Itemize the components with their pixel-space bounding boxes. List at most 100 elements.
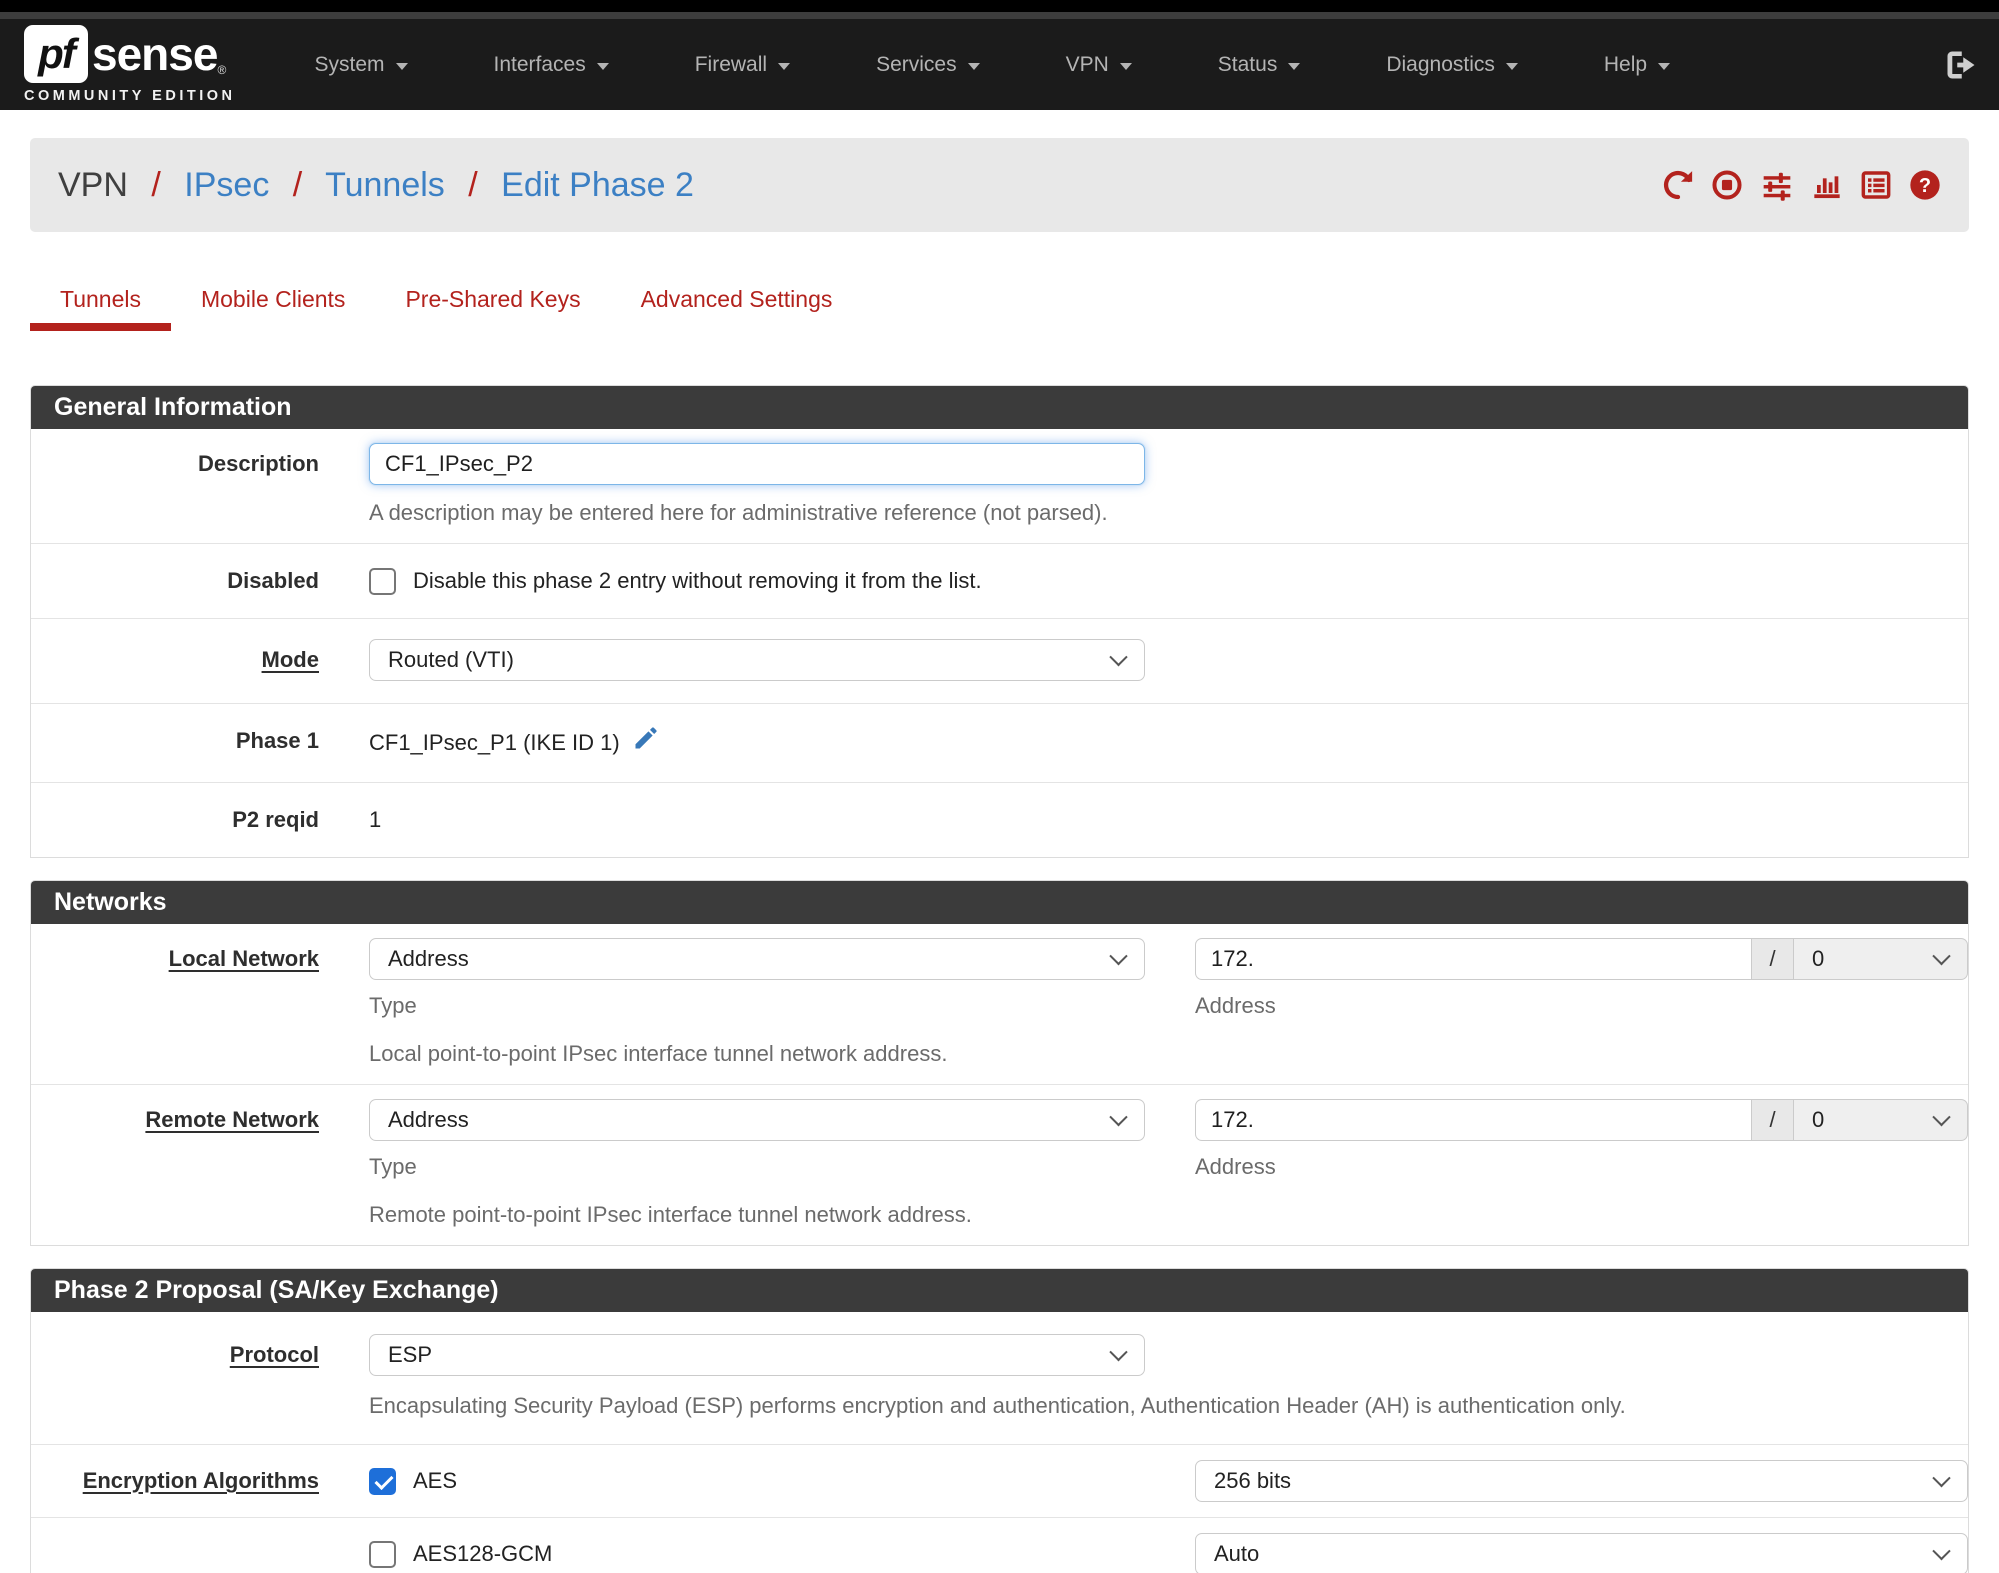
chevron-down-icon (1288, 62, 1301, 70)
aes128gcm-checkbox[interactable] (369, 1540, 396, 1568)
chevron-down-icon (596, 62, 609, 70)
pf-logo-box: pf (24, 25, 88, 83)
form-row-phase1: Phase 1 CF1_IPsec_P1 (IKE ID 1) (31, 703, 1968, 782)
p2reqid-label: P2 reqid (232, 807, 319, 832)
help-icon[interactable]: ? (1909, 169, 1941, 201)
local-network-label: Local Network (168, 946, 319, 971)
stop-circle-icon[interactable] (1711, 169, 1743, 201)
form-row-p2reqid: P2 reqid 1 (31, 782, 1968, 857)
nav-firewall[interactable]: Firewall (652, 53, 833, 77)
form-row-disabled: Disabled Disable this phase 2 entry with… (31, 543, 1968, 618)
local-address-caption: Address (1195, 993, 1276, 1018)
local-type-caption: Type (369, 993, 417, 1018)
aes-keylen-select[interactable]: 256 bits (1195, 1460, 1968, 1502)
aes128gcm-checkbox-label: AES128-GCM (413, 1541, 553, 1566)
aes128gcm-keylen-select[interactable]: Auto (1195, 1533, 1968, 1573)
tab-pre-shared-keys[interactable]: Pre-Shared Keys (375, 274, 610, 341)
registered-mark: ® (217, 63, 227, 77)
breadcrumb-toolbar: ? (1662, 169, 1941, 201)
nav-system[interactable]: System (271, 53, 450, 77)
form-row-protocol: Protocol ESP Encapsulating Security Payl… (31, 1312, 1968, 1444)
remote-network-type-select[interactable]: Address (369, 1099, 1145, 1141)
chevron-down-icon (1658, 62, 1671, 70)
edition-label: COMMUNITY EDITION (24, 88, 236, 104)
local-network-help: Local point-to-point IPsec interface tun… (369, 1041, 948, 1066)
phase1-label: Phase 1 (235, 728, 319, 753)
p2reqid-value: 1 (369, 807, 382, 832)
breadcrumb-ipsec-link[interactable]: IPsec (184, 166, 269, 204)
panel-title: General Information (31, 386, 1968, 429)
description-input[interactable] (369, 443, 1145, 485)
panel-general-information: General Information Description A descri… (30, 385, 1969, 858)
sign-out-icon[interactable] (1943, 47, 1979, 83)
sliders-icon[interactable] (1760, 169, 1794, 201)
window-second-strip (0, 12, 1999, 19)
main-menu: System Interfaces Firewall Services VPN … (271, 53, 1713, 77)
form-row-remote-network: Remote Network Address Type Remote point… (31, 1084, 1968, 1245)
remote-network-label: Remote Network (145, 1107, 319, 1132)
breadcrumb-tunnels-link[interactable]: Tunnels (325, 166, 445, 204)
chevron-down-icon (1505, 62, 1518, 70)
description-label: Description (197, 451, 319, 476)
local-mask-select[interactable]: 0 (1794, 938, 1968, 980)
bar-chart-icon[interactable] (1811, 169, 1843, 201)
disabled-label: Disabled (227, 568, 319, 593)
edit-pencil-icon[interactable] (632, 724, 660, 762)
disabled-checkbox[interactable] (369, 567, 396, 595)
phase1-value: CF1_IPsec_P1 (IKE ID 1) (369, 730, 620, 755)
chevron-down-icon (1119, 62, 1132, 70)
local-address-group: / 0 (1195, 938, 1968, 980)
chevron-down-icon (395, 62, 408, 70)
remote-mask-select[interactable]: 0 (1794, 1099, 1968, 1141)
nav-diagnostics[interactable]: Diagnostics (1343, 53, 1561, 77)
form-row-mode: Mode Routed (VTI) (31, 618, 1968, 703)
refresh-icon[interactable] (1662, 169, 1694, 201)
list-icon[interactable] (1860, 169, 1892, 201)
form-row-encryption-aes: Encryption Algorithms AES 256 bits (31, 1444, 1968, 1517)
address-separator: / (1752, 1099, 1794, 1141)
nav-help[interactable]: Help (1561, 53, 1713, 77)
top-navbar: pf sense ® COMMUNITY EDITION System Inte… (0, 19, 1999, 110)
panel-phase2-proposal: Phase 2 Proposal (SA/Key Exchange) Proto… (30, 1268, 1969, 1573)
tab-mobile-clients[interactable]: Mobile Clients (171, 274, 375, 341)
mode-label: Mode (261, 647, 319, 672)
breadcrumb: VPN / IPsec / Tunnels / Edit Phase 2 (58, 165, 694, 204)
protocol-select[interactable]: ESP (369, 1334, 1145, 1376)
remote-address-group: / 0 (1195, 1099, 1968, 1141)
disabled-checkbox-label: Disable this phase 2 entry without remov… (413, 568, 982, 593)
local-network-type-select[interactable]: Address (369, 938, 1145, 980)
breadcrumb-edit-phase2-link[interactable]: Edit Phase 2 (501, 166, 694, 204)
tab-advanced-settings[interactable]: Advanced Settings (611, 274, 863, 341)
mode-select[interactable]: Routed (VTI) (369, 639, 1145, 681)
aes-checkbox[interactable] (369, 1467, 396, 1495)
panel-title: Phase 2 Proposal (SA/Key Exchange) (31, 1269, 1968, 1312)
address-separator: / (1752, 938, 1794, 980)
breadcrumb-vpn: VPN (58, 165, 128, 204)
remote-type-caption: Type (369, 1154, 417, 1179)
nav-services[interactable]: Services (833, 53, 1023, 77)
panel-title: Networks (31, 881, 1968, 924)
form-row-description: Description A description may be entered… (31, 429, 1968, 543)
remote-network-help: Remote point-to-point IPsec interface tu… (369, 1202, 972, 1227)
protocol-label: Protocol (229, 1342, 319, 1367)
protocol-help: Encapsulating Security Payload (ESP) per… (369, 1393, 1626, 1418)
breadcrumb-bar: VPN / IPsec / Tunnels / Edit Phase 2 ? (30, 138, 1969, 232)
nav-status[interactable]: Status (1175, 53, 1344, 77)
chevron-down-icon (778, 62, 791, 70)
page-content: VPN / IPsec / Tunnels / Edit Phase 2 ? T… (0, 138, 1999, 1573)
pfsense-logo[interactable]: pf sense ® COMMUNITY EDITION (24, 25, 235, 104)
nav-vpn[interactable]: VPN (1023, 53, 1175, 77)
aes-checkbox-label: AES (413, 1468, 458, 1493)
remote-address-caption: Address (1195, 1154, 1276, 1179)
chevron-down-icon (967, 62, 980, 70)
panel-networks: Networks Local Network Address Type Loca… (30, 880, 1969, 1246)
svg-text:?: ? (1919, 175, 1931, 197)
tab-tunnels[interactable]: Tunnels (30, 274, 171, 341)
description-help: A description may be entered here for ad… (369, 500, 1108, 525)
nav-interfaces[interactable]: Interfaces (451, 53, 652, 77)
form-row-local-network: Local Network Address Type Local point-t… (31, 924, 1968, 1084)
brand-text: sense (92, 28, 218, 80)
remote-address-input[interactable] (1195, 1099, 1752, 1141)
tab-bar: Tunnels Mobile Clients Pre-Shared Keys A… (30, 274, 1969, 341)
local-address-input[interactable] (1195, 938, 1752, 980)
